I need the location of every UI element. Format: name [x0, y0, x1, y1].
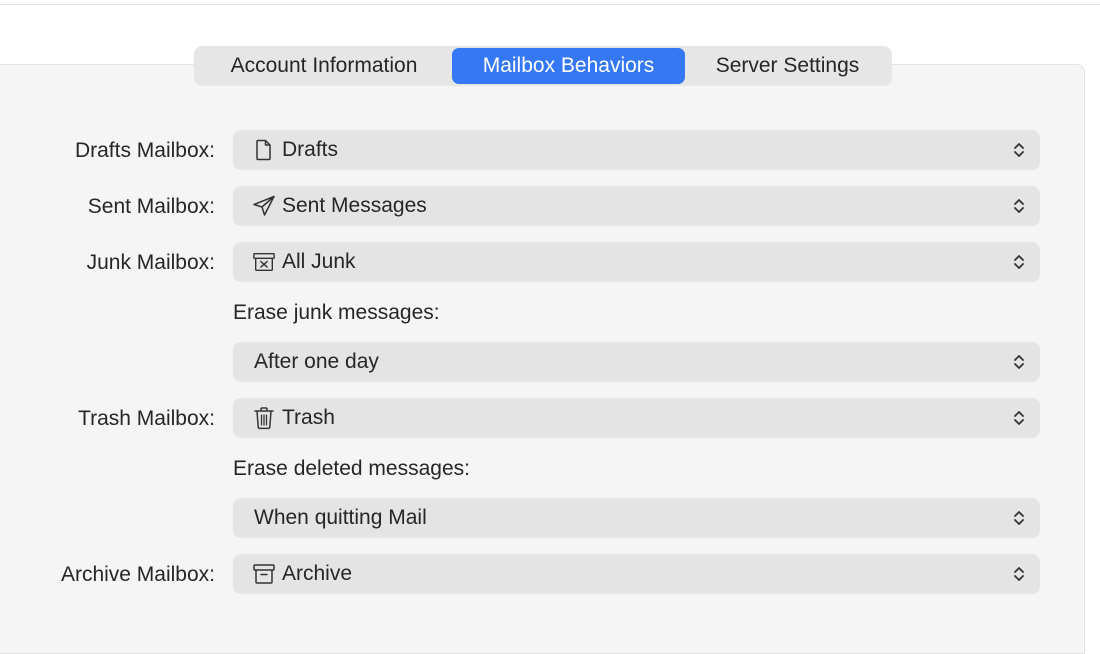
trash-mailbox-label: Trash Mailbox:: [78, 407, 215, 430]
junk-mailbox-popup[interactable]: All Junk: [233, 242, 1040, 282]
chevron-up-down-icon: [1014, 355, 1024, 369]
document-icon: [252, 138, 276, 162]
tab-server-settings[interactable]: Server Settings: [685, 48, 890, 84]
sent-mailbox-popup[interactable]: Sent Messages: [233, 186, 1040, 226]
chevron-up-down-icon: [1014, 199, 1024, 213]
sent-mailbox-value: Sent Messages: [282, 194, 427, 217]
chevron-up-down-icon: [1014, 511, 1024, 525]
trash-mailbox-value: Trash: [282, 406, 335, 429]
erase-deleted-value: When quitting Mail: [254, 506, 427, 529]
junk-mailbox-value: All Junk: [282, 250, 356, 273]
tab-bar: Account Information Mailbox Behaviors Se…: [194, 46, 892, 86]
erase-junk-label: Erase junk messages:: [233, 301, 440, 324]
chevron-up-down-icon: [1014, 411, 1024, 425]
archive-mailbox-value: Archive: [282, 562, 353, 585]
chevron-up-down-icon: [1014, 143, 1024, 157]
junk-mailbox-label: Junk Mailbox:: [86, 251, 215, 274]
tab-mailbox-behaviors[interactable]: Mailbox Behaviors: [452, 48, 685, 84]
erase-junk-popup[interactable]: After one day: [233, 342, 1040, 382]
window-top-divider: [0, 4, 1100, 5]
tab-account-information[interactable]: Account Information: [196, 48, 452, 84]
archive-mailbox-popup[interactable]: Archive: [233, 554, 1040, 594]
chevron-up-down-icon: [1014, 567, 1024, 581]
trash-mailbox-popup[interactable]: Trash: [233, 398, 1040, 438]
trash-icon: [252, 406, 276, 430]
archive-mailbox-label: Archive Mailbox:: [60, 563, 215, 586]
erase-junk-value: After one day: [254, 350, 379, 373]
junk-tray-icon: [252, 250, 276, 274]
archive-box-icon: [252, 562, 276, 586]
paper-plane-icon: [252, 194, 276, 218]
chevron-up-down-icon: [1014, 255, 1024, 269]
sent-mailbox-label: Sent Mailbox:: [87, 195, 215, 218]
erase-deleted-label: Erase deleted messages:: [233, 457, 470, 480]
drafts-mailbox-popup[interactable]: Drafts: [233, 130, 1040, 170]
drafts-mailbox-value: Drafts: [282, 138, 339, 161]
drafts-mailbox-label: Drafts Mailbox:: [74, 139, 215, 162]
erase-deleted-popup[interactable]: When quitting Mail: [233, 498, 1040, 538]
